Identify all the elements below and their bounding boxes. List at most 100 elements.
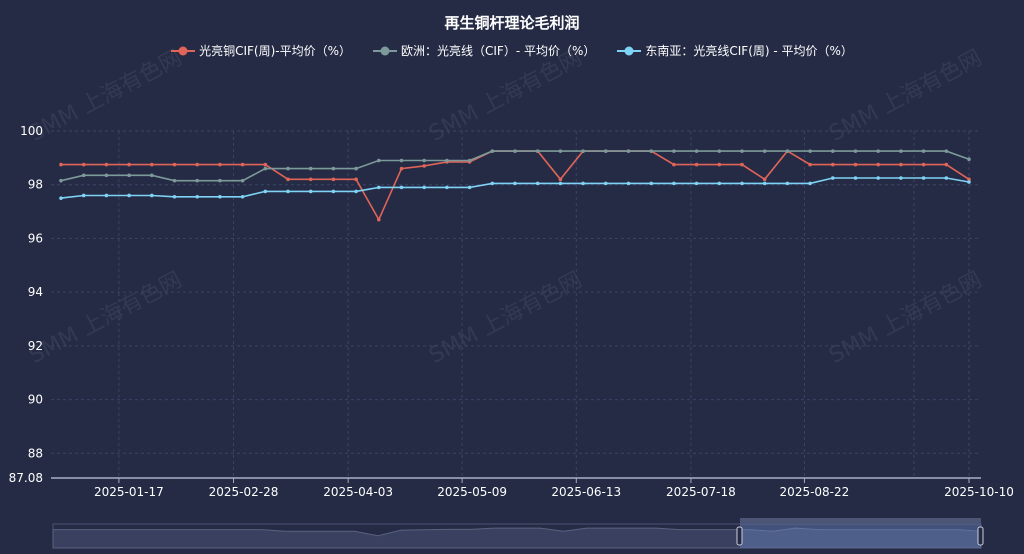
data-point[interactable]	[649, 181, 653, 186]
datazoom-selection[interactable]	[740, 524, 981, 548]
data-point[interactable]	[581, 181, 585, 186]
data-point[interactable]	[263, 166, 268, 171]
data-point[interactable]	[921, 162, 926, 167]
data-point[interactable]	[399, 166, 404, 171]
data-point[interactable]	[672, 162, 676, 167]
data-point[interactable]	[308, 166, 313, 171]
data-point[interactable]	[286, 177, 290, 182]
data-point[interactable]	[649, 149, 653, 153]
data-point[interactable]	[876, 162, 880, 167]
data-point[interactable]	[104, 162, 109, 167]
data-point[interactable]	[377, 185, 381, 190]
data-point[interactable]	[899, 176, 903, 180]
data-point[interactable]	[944, 176, 949, 180]
datazoom-handle-right[interactable]	[977, 526, 984, 546]
data-point[interactable]	[150, 162, 154, 167]
data-point[interactable]	[81, 162, 86, 167]
data-point[interactable]	[59, 162, 63, 167]
data-point[interactable]	[263, 162, 268, 167]
data-point[interactable]	[717, 149, 722, 153]
data-point[interactable]	[354, 166, 358, 171]
data-point[interactable]	[240, 178, 245, 183]
data-point[interactable]	[445, 158, 449, 163]
data-point[interactable]	[331, 166, 336, 171]
data-point[interactable]	[195, 178, 199, 183]
data-point[interactable]	[831, 176, 835, 180]
data-point[interactable]	[694, 181, 699, 186]
data-point[interactable]	[377, 158, 381, 163]
data-point[interactable]	[195, 195, 199, 199]
data-point[interactable]	[286, 166, 290, 171]
data-point[interactable]	[808, 162, 812, 167]
data-point[interactable]	[490, 181, 495, 186]
data-point[interactable]	[944, 149, 949, 153]
data-point[interactable]	[308, 189, 313, 194]
data-point[interactable]	[81, 173, 86, 178]
data-point[interactable]	[127, 193, 131, 198]
data-point[interactable]	[853, 149, 858, 153]
data-point[interactable]	[672, 149, 676, 153]
data-point[interactable]	[944, 162, 949, 167]
data-point[interactable]	[172, 162, 177, 167]
data-point[interactable]	[263, 189, 268, 194]
data-point[interactable]	[740, 162, 744, 167]
data-point[interactable]	[195, 162, 199, 167]
data-point[interactable]	[876, 149, 880, 153]
data-point[interactable]	[672, 181, 676, 186]
data-point[interactable]	[218, 162, 222, 167]
data-point[interactable]	[59, 196, 63, 200]
data-point[interactable]	[581, 149, 585, 153]
data-point[interactable]	[150, 173, 154, 178]
data-point[interactable]	[490, 149, 495, 153]
data-point[interactable]	[694, 149, 699, 153]
data-point[interactable]	[717, 162, 722, 167]
data-point[interactable]	[853, 176, 858, 180]
data-point[interactable]	[831, 162, 835, 167]
data-point[interactable]	[604, 181, 608, 186]
data-point[interactable]	[377, 217, 381, 222]
data-point[interactable]	[762, 177, 767, 182]
data-point[interactable]	[127, 162, 131, 167]
data-point[interactable]	[445, 185, 449, 190]
data-point[interactable]	[762, 149, 767, 153]
data-point[interactable]	[558, 177, 563, 182]
data-point[interactable]	[467, 158, 472, 163]
data-point[interactable]	[535, 149, 540, 153]
data-point[interactable]	[740, 181, 744, 186]
data-point[interactable]	[218, 195, 222, 199]
data-point[interactable]	[513, 149, 517, 153]
data-point[interactable]	[967, 157, 971, 162]
data-point[interactable]	[876, 176, 880, 180]
data-point[interactable]	[104, 193, 109, 198]
data-point[interactable]	[535, 181, 540, 186]
data-point[interactable]	[354, 177, 358, 182]
data-point[interactable]	[286, 189, 290, 194]
data-point[interactable]	[240, 195, 245, 199]
data-point[interactable]	[785, 181, 790, 186]
data-point[interactable]	[150, 193, 154, 198]
data-point[interactable]	[104, 173, 109, 178]
data-point[interactable]	[399, 185, 404, 190]
data-point[interactable]	[762, 181, 767, 186]
data-point[interactable]	[558, 181, 563, 186]
data-point[interactable]	[172, 178, 177, 183]
data-point[interactable]	[717, 181, 722, 186]
data-point[interactable]	[81, 193, 86, 198]
data-point[interactable]	[422, 158, 427, 163]
data-point[interactable]	[808, 149, 812, 153]
data-point[interactable]	[399, 158, 404, 163]
data-point[interactable]	[899, 162, 903, 167]
data-point[interactable]	[127, 173, 131, 178]
data-point[interactable]	[558, 149, 563, 153]
data-point[interactable]	[921, 149, 926, 153]
data-point[interactable]	[831, 149, 835, 153]
data-point[interactable]	[172, 195, 177, 199]
data-point[interactable]	[218, 178, 222, 183]
data-point[interactable]	[921, 176, 926, 180]
datazoom-drag-bar[interactable]	[740, 518, 981, 524]
data-point[interactable]	[513, 181, 517, 186]
data-point[interactable]	[467, 185, 472, 190]
data-point[interactable]	[626, 181, 631, 186]
datazoom-handle-left[interactable]	[736, 526, 743, 546]
data-point[interactable]	[899, 149, 903, 153]
